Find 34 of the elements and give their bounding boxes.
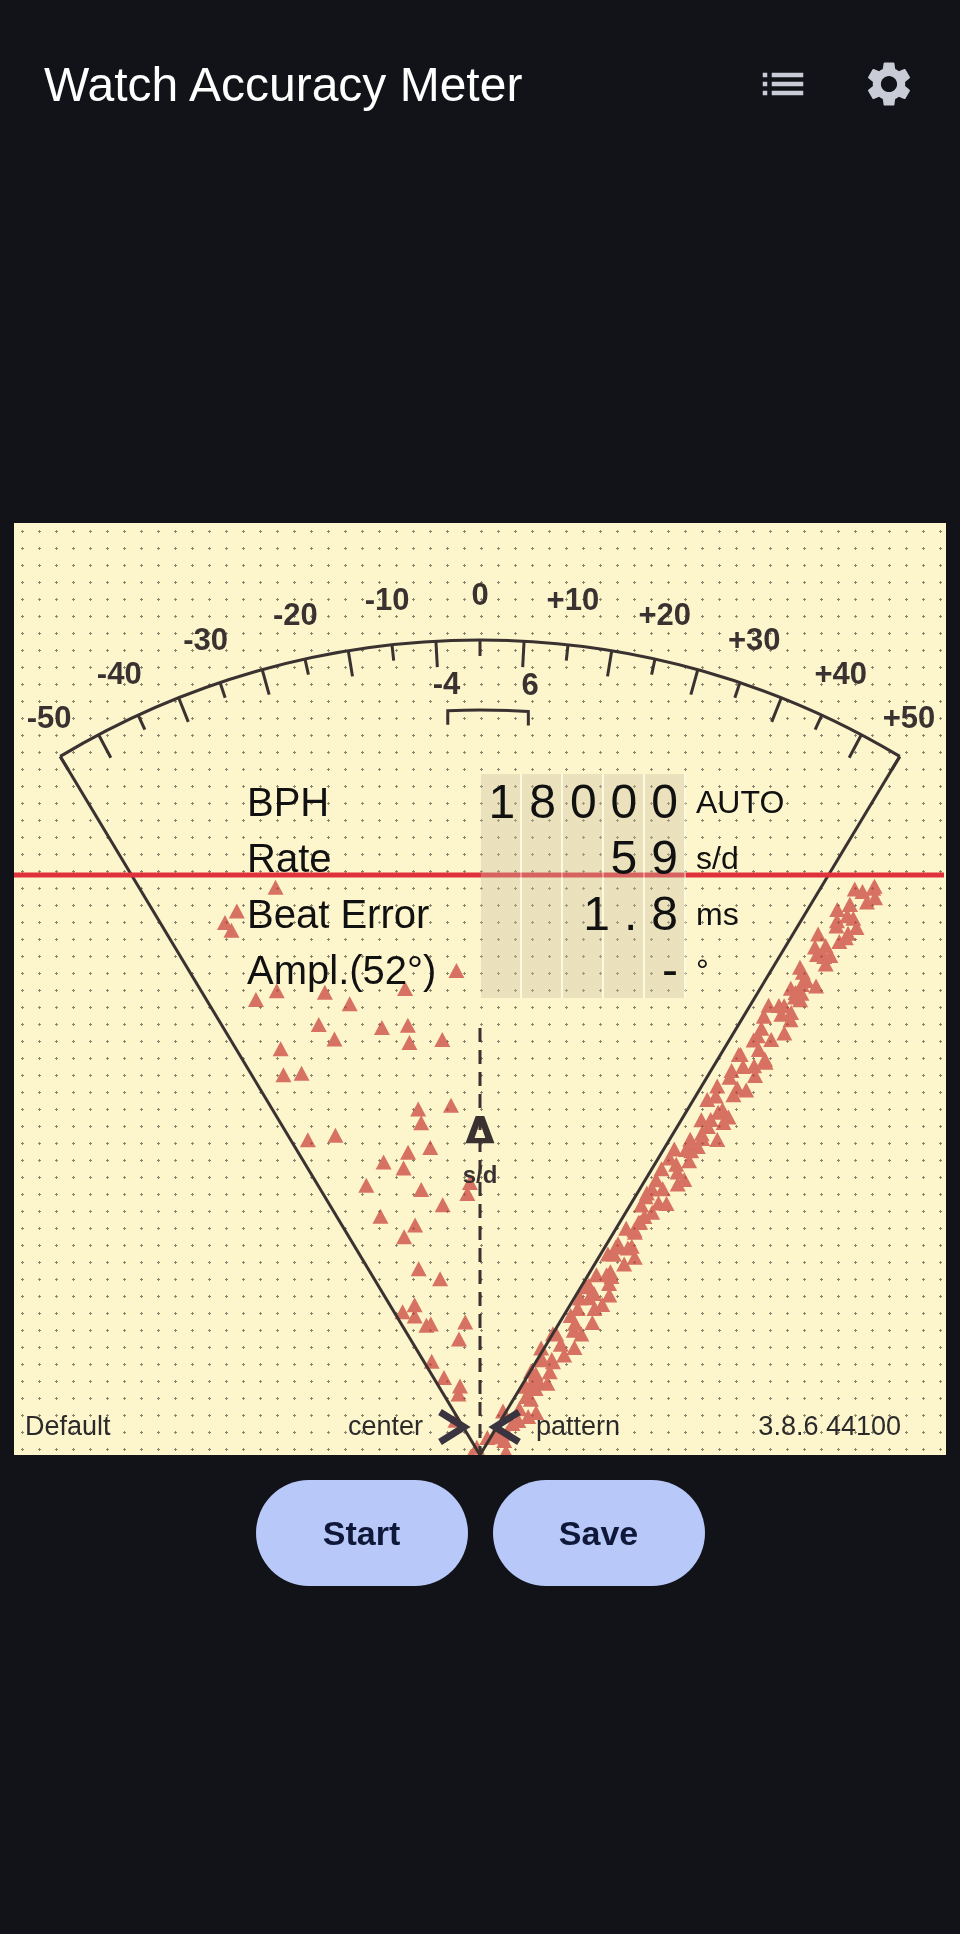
scale-label: -20	[272, 597, 318, 633]
scale-label: +20	[638, 597, 691, 633]
chevron-icon	[438, 1409, 471, 1445]
scale-label: +50	[882, 699, 936, 735]
pattern-label: pattern	[536, 1410, 621, 1443]
scale-label: 6	[521, 666, 539, 702]
readout-unit: AUTO	[695, 783, 785, 822]
readout-value: 18000	[481, 774, 686, 830]
profile-label: Default	[25, 1410, 111, 1443]
scale-label: -40	[96, 656, 142, 692]
scale-label: 0	[471, 577, 489, 612]
readout-unit: ms	[695, 895, 740, 934]
scale-label: -50	[26, 699, 72, 735]
save-button[interactable]: Save	[492, 1480, 705, 1586]
readout-unit: °	[695, 951, 710, 990]
start-button[interactable]: Start	[255, 1480, 468, 1586]
readout-label: Beat Error	[247, 891, 431, 938]
readout-unit: s/d	[695, 839, 740, 878]
scale-label: -10	[364, 582, 410, 618]
scale-label: +30	[728, 621, 781, 657]
readout-label: Rate	[247, 835, 333, 882]
readout-value: 59	[481, 830, 686, 886]
scale-label: -4	[432, 665, 461, 701]
readout-label: BPH	[247, 779, 331, 826]
chevron-icon	[488, 1409, 521, 1445]
app-title: Watch Accuracy Meter	[44, 56, 524, 112]
version-label: 3.8.6 44100	[758, 1410, 901, 1443]
scale-label: +10	[546, 582, 600, 618]
scale-label: -30	[183, 621, 229, 657]
readout-value: -	[481, 942, 686, 998]
readout-label: Ampl.(52°)	[247, 947, 438, 994]
scale-label: +40	[814, 656, 868, 692]
center-label: center	[347, 1410, 423, 1443]
readout-value: 1.8	[481, 886, 686, 942]
